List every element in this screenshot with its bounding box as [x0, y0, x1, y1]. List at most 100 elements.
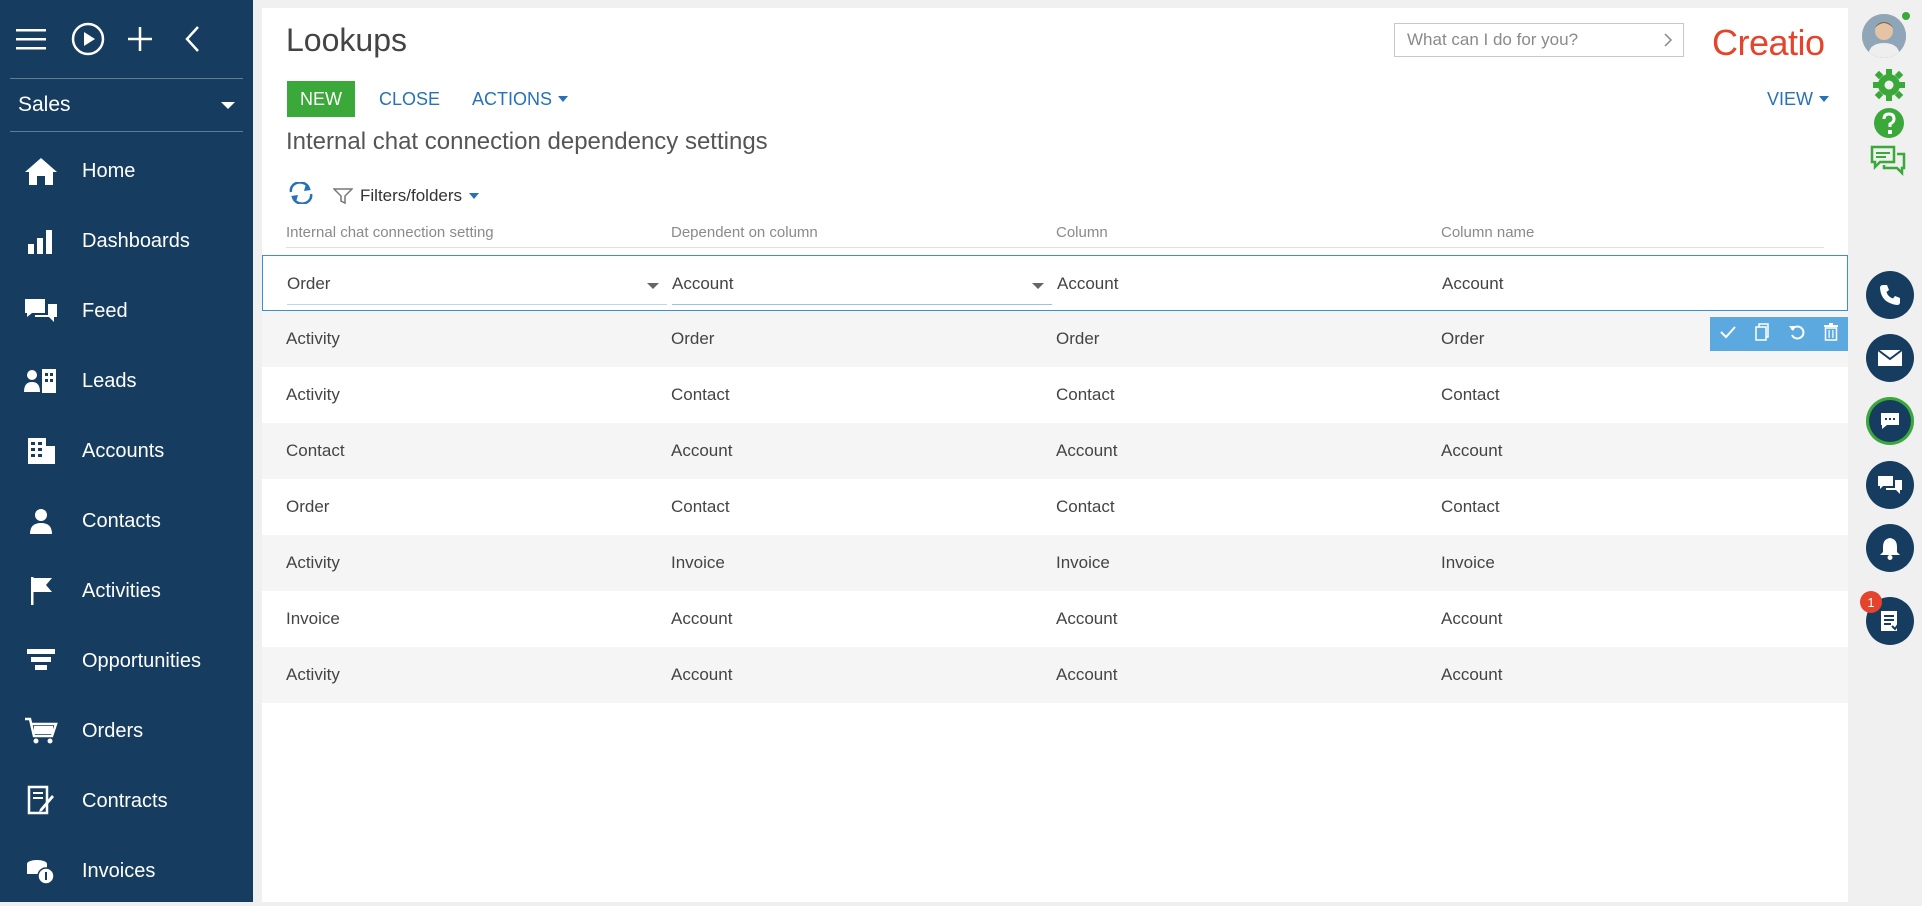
- sidebar-item-leads[interactable]: Leads: [0, 346, 253, 416]
- close-button[interactable]: CLOSE: [379, 81, 440, 117]
- refresh-icon[interactable]: [287, 181, 315, 209]
- grid-header: Internal chat connection setting Depende…: [262, 218, 1848, 248]
- sidebar-item-label: Leads: [82, 369, 137, 392]
- table-row[interactable]: Activity Account Account Account: [262, 647, 1848, 703]
- email-icon: [1877, 349, 1903, 366]
- chevron-down-icon[interactable]: [647, 283, 659, 289]
- table-row[interactable]: Activity Contact Contact Contact: [262, 367, 1848, 423]
- invoice-icon: [0, 856, 82, 886]
- actions-button[interactable]: ACTIONS: [472, 81, 569, 117]
- sidebar-item-feed[interactable]: Feed: [0, 276, 253, 346]
- table-cell: Contact: [1441, 385, 1500, 404]
- page-title: Lookups: [286, 22, 407, 58]
- table-row[interactable]: Order Contact Contact Contact: [262, 479, 1848, 535]
- tasks-icon: [1881, 611, 1901, 631]
- messaging-button[interactable]: [1866, 397, 1914, 445]
- table-row[interactable]: Activity Invoice Invoice Invoice: [262, 535, 1848, 591]
- leads-icon: [0, 366, 82, 396]
- sidebar-item-label: Activities: [82, 579, 161, 602]
- sidebar-item-label: Accounts: [82, 439, 165, 462]
- notifications-button[interactable]: [1866, 524, 1914, 572]
- bell-icon: [1880, 538, 1900, 560]
- table-cell: Order: [671, 329, 715, 348]
- sidebar-item-label: Contracts: [82, 789, 168, 812]
- grid-toolbar: Filters/folders: [287, 181, 480, 209]
- avatar[interactable]: [1862, 14, 1906, 58]
- sidebar-item-invoices[interactable]: Invoices: [0, 836, 253, 906]
- table-row[interactable]: Invoice Account Account Account: [262, 591, 1848, 647]
- copy-icon[interactable]: [1754, 322, 1770, 346]
- setting-lookup-field[interactable]: Order: [287, 264, 667, 305]
- table-cell: Contact: [1441, 497, 1500, 516]
- filter-icon: [333, 187, 353, 204]
- view-label: VIEW: [1767, 88, 1814, 109]
- help-icon[interactable]: [1872, 106, 1906, 145]
- add-icon[interactable]: [114, 0, 166, 78]
- table-cell: Activity: [286, 553, 340, 572]
- tasks-button[interactable]: 1: [1860, 591, 1914, 645]
- feed-icon: [1878, 476, 1902, 494]
- home-icon: [0, 155, 82, 187]
- chevron-down-icon: [469, 192, 480, 199]
- table-cell: Activity: [286, 385, 340, 404]
- table-row[interactable]: Contact Account Account Account: [262, 423, 1848, 479]
- workspace-label: Sales: [18, 93, 71, 116]
- sidebar-item-home[interactable]: Home: [0, 136, 253, 206]
- table-cell: Invoice: [671, 553, 725, 572]
- delete-icon[interactable]: [1823, 322, 1839, 346]
- sidebar-item-contracts[interactable]: Contracts: [0, 766, 253, 836]
- column-header[interactable]: Dependent on column: [671, 224, 818, 241]
- dashboards-icon: [0, 226, 82, 256]
- table-cell: Order: [287, 274, 331, 293]
- table-cell: Contact: [1056, 385, 1115, 404]
- chevron-down-icon: [558, 96, 569, 102]
- chevron-down-icon[interactable]: [1032, 283, 1044, 289]
- column-header[interactable]: Column name: [1441, 224, 1534, 241]
- feed-button[interactable]: [1866, 461, 1914, 509]
- table-cell: Contact: [671, 497, 730, 516]
- play-process-icon[interactable]: [62, 0, 114, 78]
- section-title: Internal chat connection dependency sett…: [286, 128, 768, 155]
- sidebar-item-contacts[interactable]: Contacts: [0, 486, 253, 556]
- save-check-icon[interactable]: [1719, 324, 1737, 345]
- sidebar-nav: Home Dashboards Feed Leads Accounts Cont…: [0, 136, 253, 906]
- sidebar-item-opportunities[interactable]: Opportunities: [0, 626, 253, 696]
- sidebar-item-dashboards[interactable]: Dashboards: [0, 206, 253, 276]
- sidebar-item-activities[interactable]: Activities: [0, 556, 253, 626]
- table-cell: Account: [1057, 274, 1119, 293]
- table-cell: Account: [1441, 665, 1503, 684]
- table-row-editing[interactable]: Order Account Account Account: [262, 255, 1848, 311]
- search-input[interactable]: What can I do for you?: [1394, 23, 1684, 57]
- workspace-selector[interactable]: Sales: [10, 78, 243, 132]
- phone-button[interactable]: [1866, 271, 1914, 319]
- dependent-column-lookup-field[interactable]: Account: [672, 264, 1052, 305]
- table-row[interactable]: Activity Order Order Order: [262, 311, 1848, 367]
- chat-icon[interactable]: [1870, 144, 1906, 183]
- menu-icon[interactable]: [0, 0, 62, 78]
- collapse-icon[interactable]: [166, 0, 218, 78]
- view-button[interactable]: VIEW: [1767, 81, 1830, 117]
- table-cell: Invoice: [286, 609, 340, 628]
- table-cell: Account: [672, 274, 734, 293]
- column-header[interactable]: Internal chat connection setting: [286, 224, 494, 241]
- sidebar-item-accounts[interactable]: Accounts: [0, 416, 253, 486]
- creatio-logo: Creatio: [1712, 22, 1825, 63]
- main-panel: Lookups What can I do for you? Creatio N…: [262, 8, 1848, 902]
- email-button[interactable]: [1866, 334, 1914, 382]
- table-cell: Contact: [1056, 497, 1115, 516]
- cart-icon: [0, 716, 82, 746]
- gear-icon[interactable]: [1872, 68, 1906, 107]
- table-cell: Account: [1056, 665, 1118, 684]
- contract-icon: [0, 785, 82, 817]
- sidebar-item-label: Orders: [82, 719, 144, 742]
- table-cell: Account: [1441, 441, 1503, 460]
- new-button[interactable]: NEW: [287, 81, 355, 117]
- feed-icon: [0, 296, 82, 326]
- table-cell: Account: [1056, 609, 1118, 628]
- table-cell: Account: [671, 441, 733, 460]
- sidebar-item-label: Dashboards: [82, 229, 190, 252]
- filters-folders-button[interactable]: Filters/folders: [333, 186, 480, 206]
- undo-icon[interactable]: [1788, 323, 1806, 346]
- sidebar-item-orders[interactable]: Orders: [0, 696, 253, 766]
- column-header[interactable]: Column: [1056, 224, 1108, 241]
